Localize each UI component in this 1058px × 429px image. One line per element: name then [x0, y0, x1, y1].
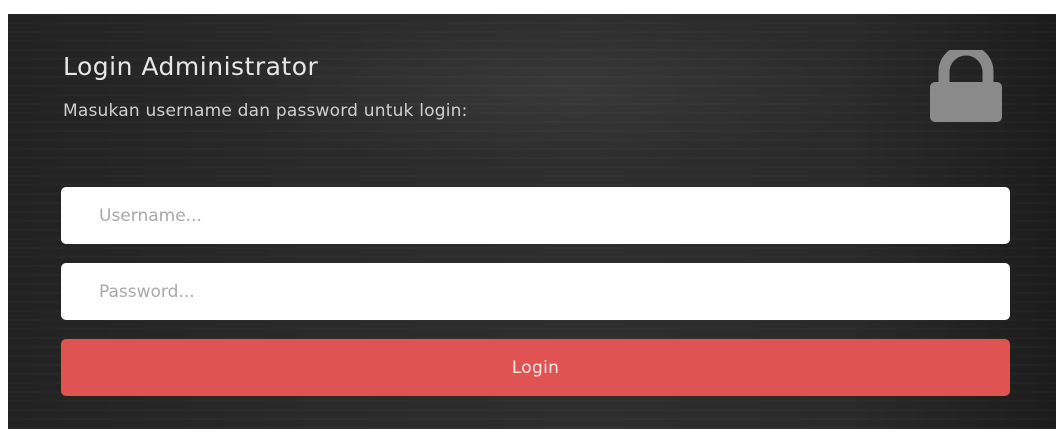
login-panel: Login Administrator Masukan username dan… [8, 14, 1056, 429]
password-input[interactable] [61, 263, 1010, 320]
username-input[interactable] [61, 187, 1010, 244]
page-background: Login Administrator Masukan username dan… [0, 0, 1058, 429]
login-title: Login Administrator [63, 52, 319, 81]
panel-background-texture [188, 14, 908, 164]
login-button[interactable]: Login [61, 339, 1010, 396]
lock-icon [930, 50, 1002, 122]
login-instructions: Masukan username dan password untuk logi… [63, 101, 468, 121]
